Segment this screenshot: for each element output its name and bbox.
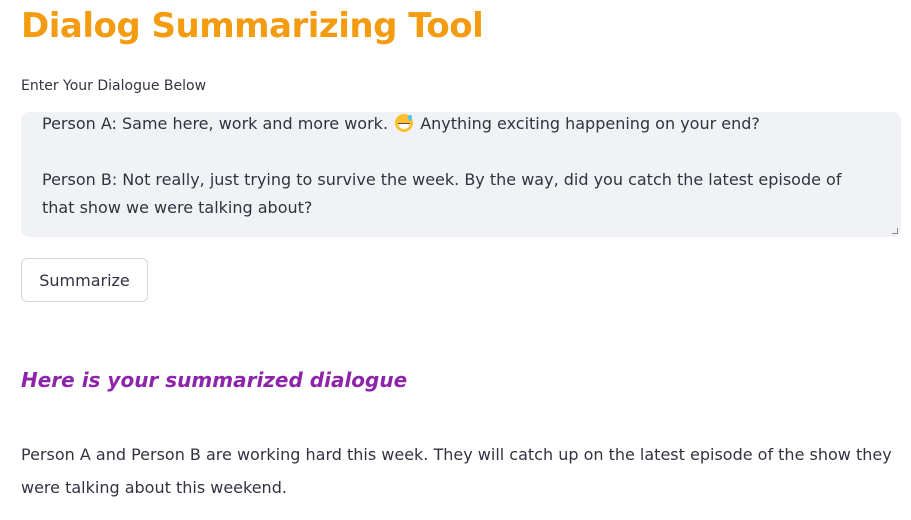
dialogue-input-label: Enter Your Dialogue Below bbox=[21, 78, 207, 94]
summary-heading: Here is your summarized dialogue bbox=[21, 368, 408, 392]
dialogue-line-1-end: Anything exciting happening on your end? bbox=[420, 114, 760, 133]
dialogue-line-2: Person B: Not really, just trying to sur… bbox=[42, 170, 842, 217]
app-page: Dialog Summarizing Tool Enter Your Dialo… bbox=[0, 0, 911, 520]
summarize-button[interactable]: Summarize bbox=[21, 258, 148, 302]
grinning-face-with-sweat-icon bbox=[395, 114, 414, 132]
resize-handle-icon[interactable] bbox=[892, 228, 898, 234]
app-title: Dialog Summarizing Tool bbox=[21, 6, 484, 46]
dialogue-line-1: Person A: Same here, work and more work.… bbox=[42, 112, 872, 138]
dialogue-textarea[interactable]: Person A: Same here, work and more work.… bbox=[21, 112, 901, 237]
dialogue-textarea-content[interactable]: Person A: Same here, work and more work.… bbox=[42, 112, 872, 222]
dialogue-line-1-start: Person A: Same here, work and more work. bbox=[42, 114, 389, 133]
summary-text: Person A and Person B are working hard t… bbox=[21, 445, 892, 497]
